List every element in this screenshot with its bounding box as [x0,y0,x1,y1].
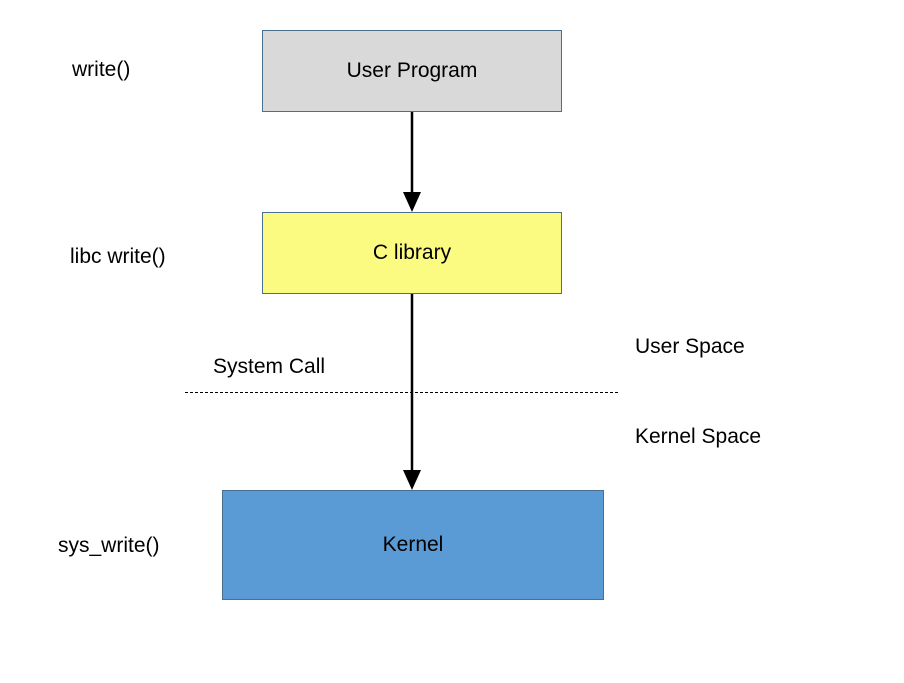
label-sys-write: sys_write() [58,534,160,558]
box-kernel-label: Kernel [383,533,444,557]
box-user-program: User Program [262,30,562,112]
divider-user-kernel-space [185,392,618,393]
label-system-call: System Call [213,355,325,379]
label-write: write() [72,58,130,82]
box-kernel: Kernel [222,490,604,600]
box-user-program-label: User Program [347,59,478,83]
arrow-user-to-clib [400,112,424,212]
box-c-library-label: C library [373,241,451,265]
label-kernel-space: Kernel Space [635,425,761,449]
box-c-library: C library [262,212,562,294]
label-libc-write: libc write() [70,245,166,269]
label-user-space: User Space [635,335,745,359]
